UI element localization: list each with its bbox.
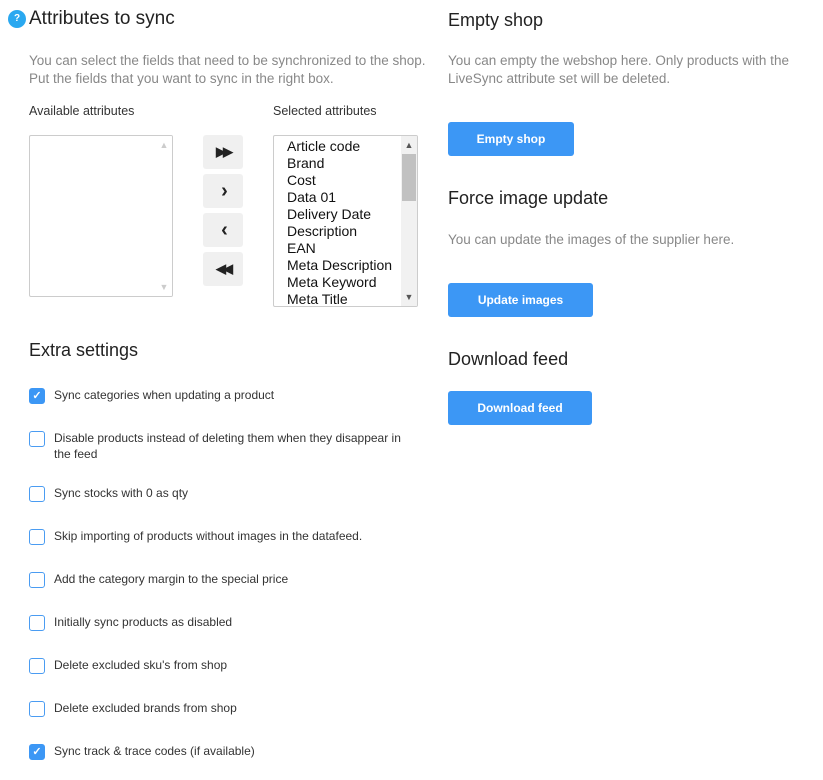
attributes-title: Attributes to sync [29, 8, 175, 29]
setting-checkbox[interactable] [29, 486, 45, 502]
setting-label[interactable]: Delete excluded sku's from shop [54, 657, 419, 673]
selected-attribute-option[interactable]: Description [274, 223, 417, 240]
setting-label[interactable]: Skip importing of products without image… [54, 528, 419, 544]
chevron-right-icon: › [221, 179, 227, 202]
setting-checkbox[interactable] [29, 658, 45, 674]
scrollbar[interactable]: ▲ ▼ [401, 136, 417, 306]
check-icon: ✓ [32, 746, 42, 758]
scroll-down-icon[interactable]: ▼ [156, 280, 172, 294]
extra-settings-title: Extra settings [29, 340, 139, 360]
desc-line: Put the fields that you want to sync in … [29, 71, 334, 86]
double-chevron-left-icon: ◀◀ [216, 261, 233, 276]
selected-attribute-option[interactable]: EAN [274, 240, 417, 257]
chevron-left-icon: ‹ [221, 218, 227, 241]
selected-attribute-option[interactable]: Cost [274, 172, 417, 189]
setting-label[interactable]: Sync stocks with 0 as qty [54, 485, 419, 501]
selected-attribute-option[interactable]: Article code [274, 138, 417, 155]
setting-label[interactable]: Initially sync products as disabled [54, 614, 419, 630]
move-all-left-button[interactable]: ◀◀ [203, 252, 243, 286]
setting-checkbox[interactable]: ✓ [29, 388, 45, 404]
setting-checkbox[interactable] [29, 529, 45, 545]
selected-label: Selected attributes [273, 104, 377, 118]
empty-shop-button[interactable]: Empty shop [448, 122, 574, 156]
selected-attribute-option[interactable]: Meta Title [274, 291, 417, 306]
selected-attribute-option[interactable]: Meta Keyword [274, 274, 417, 291]
setting-label[interactable]: Delete excluded brands from shop [54, 700, 419, 716]
empty-shop-description: You can empty the webshop here. Only pro… [448, 53, 789, 86]
setting-label[interactable]: Sync categories when updating a product [54, 387, 419, 403]
setting-label[interactable]: Sync track & trace codes (if available) [54, 743, 419, 759]
scrollbar[interactable]: ▲ ▼ [156, 136, 172, 296]
selected-attributes-list[interactable]: Article code Brand Cost Data 01 Delivery Dat… [273, 135, 418, 307]
update-images-button[interactable]: Update images [448, 283, 593, 317]
download-feed-button[interactable]: Download feed [448, 391, 592, 425]
setting-checkbox[interactable] [29, 431, 45, 447]
attributes-description: You can select the fields that need to b… [29, 52, 426, 88]
move-all-right-button[interactable]: ▶▶ [203, 135, 243, 169]
setting-checkbox[interactable] [29, 615, 45, 631]
available-label: Available attributes [29, 104, 135, 118]
scroll-down-icon[interactable]: ▼ [401, 290, 417, 304]
scroll-thumb[interactable] [402, 154, 416, 201]
setting-checkbox[interactable] [29, 701, 45, 717]
move-left-button[interactable]: ‹ [203, 213, 243, 247]
scroll-up-icon[interactable]: ▲ [156, 138, 172, 152]
setting-label[interactable]: Disable products instead of deleting the… [54, 430, 419, 462]
download-feed-title: Download feed [448, 349, 569, 369]
desc-line: You can select the fields that need to b… [29, 53, 426, 68]
setting-checkbox[interactable] [29, 572, 45, 588]
image-update-title: Force image update [448, 188, 609, 208]
setting-checkbox[interactable]: ✓ [29, 744, 45, 760]
empty-shop-title: Empty shop [448, 10, 544, 30]
selected-attribute-option[interactable]: Delivery Date [274, 206, 417, 223]
selected-attribute-option[interactable]: Brand [274, 155, 417, 172]
available-attributes-list[interactable]: ▲ ▼ [29, 135, 173, 297]
setting-label[interactable]: Add the category margin to the special p… [54, 571, 419, 587]
image-update-description: You can update the images of the supplie… [448, 232, 735, 247]
selected-attribute-option[interactable]: Meta Description [274, 257, 417, 274]
help-icon[interactable]: ? [8, 10, 26, 28]
move-right-button[interactable]: › [203, 174, 243, 208]
selected-attribute-option[interactable]: Data 01 [274, 189, 417, 206]
check-icon: ✓ [32, 390, 42, 402]
scroll-up-icon[interactable]: ▲ [401, 138, 417, 152]
double-chevron-right-icon: ▶▶ [216, 144, 233, 159]
